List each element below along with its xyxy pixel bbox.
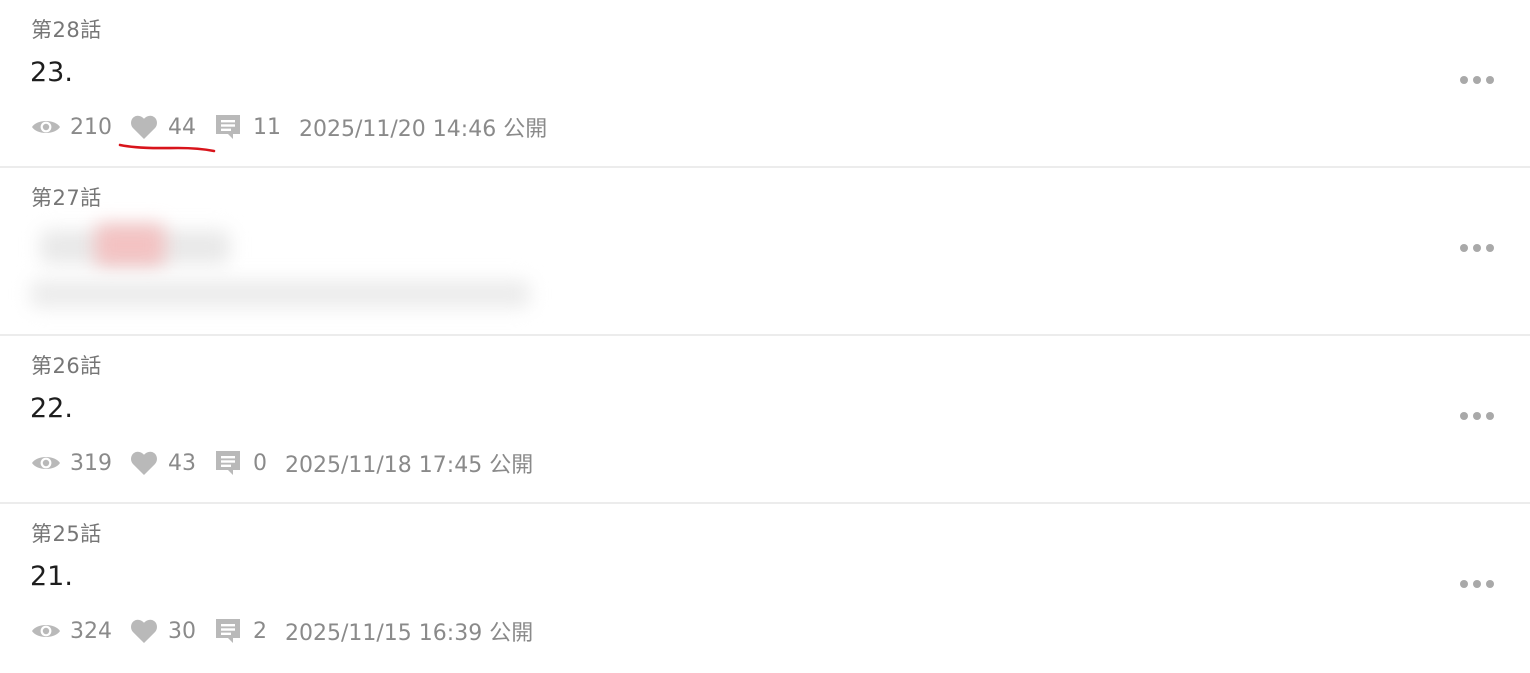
- more-options-button[interactable]: [1460, 70, 1494, 90]
- more-dot: [1473, 244, 1481, 252]
- blurred-title-accent: [95, 224, 165, 266]
- like-count: 44: [168, 114, 196, 140]
- published-date: 2025/11/18 17:45 公開: [285, 453, 534, 478]
- episode-number: 第27話: [31, 186, 102, 210]
- like-count: 43: [168, 450, 196, 476]
- more-dot: [1473, 580, 1481, 588]
- comment-icon: [214, 113, 242, 141]
- episode-item[interactable]: 第26話 22. 319 43 0 2025/11/18 17:45 公開: [0, 336, 1530, 504]
- view-count: 324: [70, 618, 112, 644]
- eye-icon: [31, 117, 61, 137]
- episode-list: 第28話 23. 210 44 11 2025/11/20 14:46 公開 第…: [0, 0, 1530, 673]
- more-options-button[interactable]: [1460, 574, 1494, 594]
- more-dot: [1473, 412, 1481, 420]
- episode-number: 第28話: [31, 18, 102, 42]
- comment-count: 0: [253, 450, 267, 476]
- episode-meta: 324 30 2 2025/11/15 16:39 公開: [31, 614, 533, 648]
- episode-number: 第25話: [31, 522, 102, 546]
- episode-title[interactable]: 21.: [30, 561, 73, 592]
- episode-meta: 210 44 11 2025/11/20 14:46 公開: [31, 110, 548, 153]
- more-dot: [1486, 244, 1494, 252]
- published-date: 2025/11/15 16:39 公開: [285, 621, 534, 646]
- more-horizontal-icon: [1460, 244, 1468, 252]
- heart-icon: [130, 450, 158, 476]
- like-count: 30: [168, 618, 196, 644]
- view-count: 210: [70, 114, 112, 140]
- episode-title[interactable]: 23.: [30, 57, 73, 88]
- episode-item[interactable]: 第28話 23. 210 44 11 2025/11/20 14:46 公開: [0, 0, 1530, 168]
- published-date: 2025/11/20 14:46 公開: [299, 117, 548, 142]
- more-dot: [1473, 76, 1481, 84]
- more-options-button[interactable]: [1460, 238, 1494, 258]
- more-dot: [1486, 580, 1494, 588]
- annotation-underline: [118, 143, 216, 153]
- comment-count: 2: [253, 618, 267, 644]
- more-horizontal-icon: [1460, 76, 1468, 84]
- likes-group: 44: [118, 114, 216, 153]
- episode-item[interactable]: 第27話: [0, 168, 1530, 336]
- comment-icon: [214, 617, 242, 645]
- episode-meta: 319 43 0 2025/11/18 17:45 公開: [31, 446, 533, 480]
- eye-icon: [31, 453, 61, 473]
- episode-title[interactable]: 22.: [30, 393, 73, 424]
- eye-icon: [31, 621, 61, 641]
- episode-number: 第26話: [31, 354, 102, 378]
- more-options-button[interactable]: [1460, 406, 1494, 426]
- view-count: 319: [70, 450, 112, 476]
- more-horizontal-icon: [1460, 580, 1468, 588]
- comment-count: 11: [253, 114, 281, 140]
- more-horizontal-icon: [1460, 412, 1468, 420]
- episode-item[interactable]: 第25話 21. 324 30 2 2025/11/15 16:39 公開: [0, 504, 1530, 673]
- blurred-meta: [30, 280, 530, 308]
- heart-icon: [130, 618, 158, 644]
- comment-icon: [214, 449, 242, 477]
- more-dot: [1486, 412, 1494, 420]
- more-dot: [1486, 76, 1494, 84]
- heart-icon: [130, 114, 158, 140]
